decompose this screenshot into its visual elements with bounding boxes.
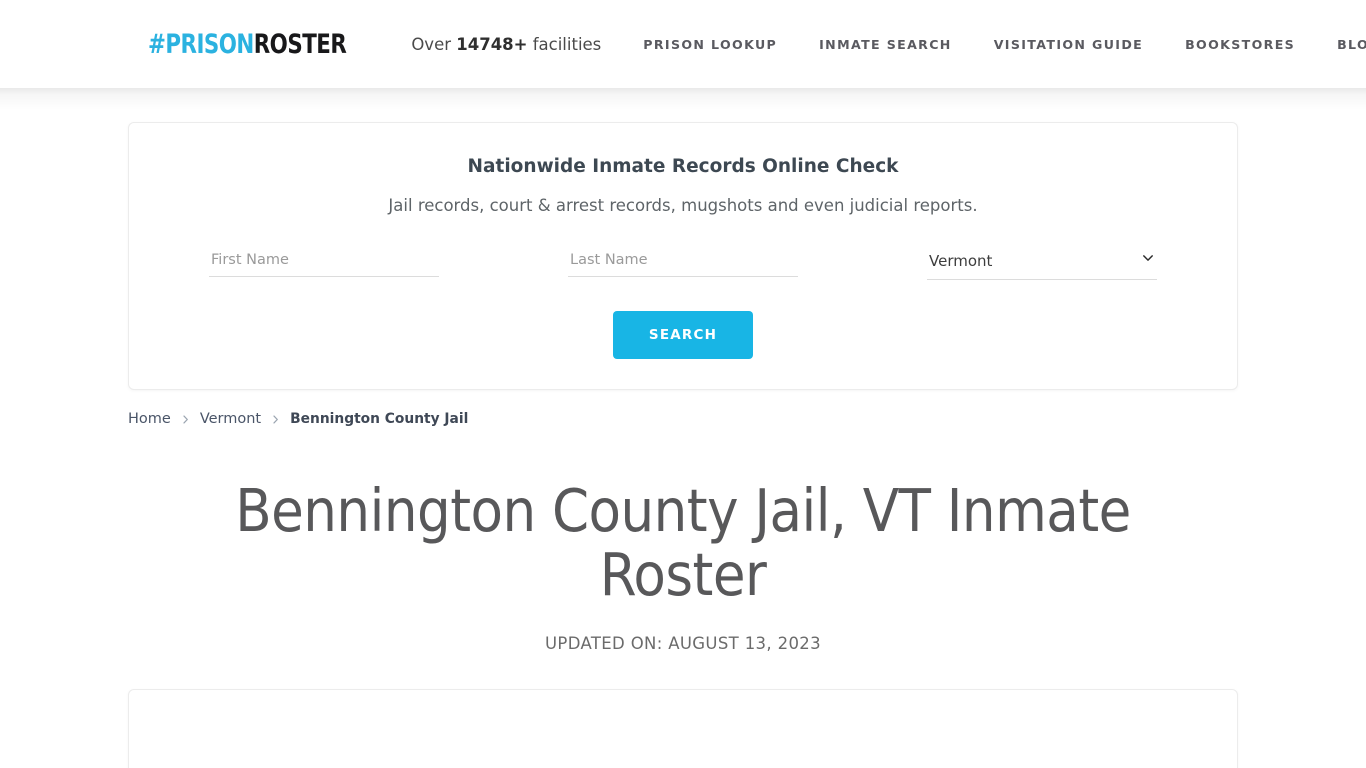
header-inner: #PRISONROSTER Over 14748+ facilities Pri… <box>0 31 1366 58</box>
header-shadow <box>0 88 1366 110</box>
first-name-field <box>209 248 439 280</box>
nav-item-prison-lookup[interactable]: Prison Lookup <box>643 37 777 52</box>
search-card-title: Nationwide Inmate Records Online Check <box>467 156 899 177</box>
nav-item-bookstores[interactable]: Bookstores <box>1185 37 1295 52</box>
page-container: Nationwide Inmate Records Online Check J… <box>0 122 1366 768</box>
last-name-field <box>568 248 798 280</box>
first-name-input[interactable] <box>209 248 439 278</box>
search-card-subtitle: Jail records, court & arrest records, mu… <box>388 196 978 216</box>
facilities-suffix: facilities <box>527 34 602 54</box>
breadcrumb-chevron-icon-1 <box>180 414 191 425</box>
facilities-prefix: Over <box>411 34 457 54</box>
logo-text-secondary: ROSTER <box>253 28 347 60</box>
main-navigation: Prison Lookup Inmate Search Visitation G… <box>643 37 1366 52</box>
search-button-row: Search <box>153 311 1213 360</box>
nav-item-visitation-guide[interactable]: Visitation Guide <box>994 37 1143 52</box>
nav-item-inmate-search[interactable]: Inmate Search <box>819 37 952 52</box>
nav-item-blog[interactable]: Blog <box>1337 37 1366 52</box>
site-logo[interactable]: #PRISONROSTER <box>148 28 347 60</box>
search-form-fields: Vermont <box>153 248 1213 281</box>
inmate-search-card: Nationwide Inmate Records Online Check J… <box>128 122 1238 391</box>
state-field: Vermont <box>927 248 1157 281</box>
facilities-count: Over 14748+ facilities <box>411 35 601 54</box>
roster-content-card <box>128 689 1238 768</box>
state-select[interactable]: Vermont <box>927 248 1157 281</box>
logo-text-primary: #PRISON <box>148 28 254 60</box>
updated-on-label: UPDATED ON: AUGUST 13, 2023 <box>545 634 821 654</box>
last-name-input[interactable] <box>568 248 798 278</box>
breadcrumb-item-vermont[interactable]: Vermont <box>200 411 261 427</box>
breadcrumb: Home Vermont Bennington County Jail <box>128 411 1238 427</box>
search-submit-button[interactable]: Search <box>613 311 753 360</box>
page-title: Bennington County Jail, VT Inmate Roster <box>235 476 1131 609</box>
site-header: #PRISONROSTER Over 14748+ facilities Pri… <box>0 0 1366 88</box>
breadcrumb-item-current: Bennington County Jail <box>290 411 469 428</box>
breadcrumb-chevron-icon-2 <box>270 414 281 425</box>
facilities-number: 14748+ <box>456 34 528 54</box>
breadcrumb-item-home[interactable]: Home <box>128 411 171 427</box>
